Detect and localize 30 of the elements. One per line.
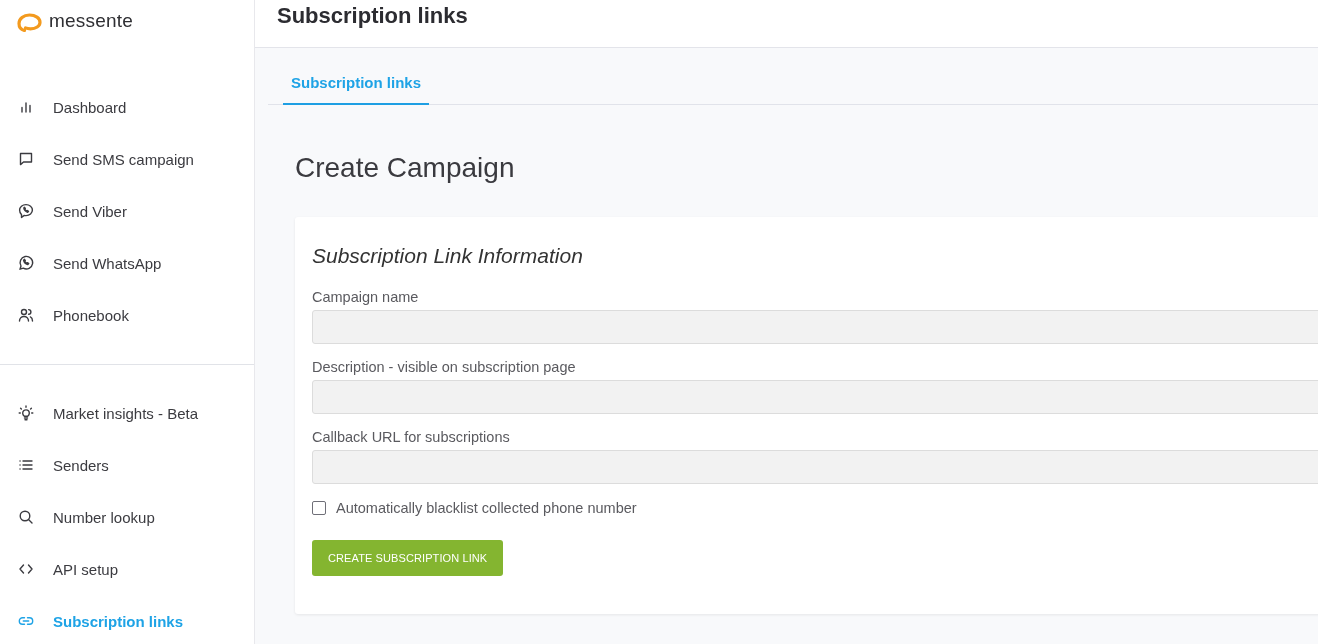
sidebar-item[interactable]: Phonebook [0,289,129,341]
phone-bubble-icon [18,203,34,219]
sidebar-item[interactable]: Number lookup [0,491,155,543]
input-field[interactable] [312,310,1318,344]
sidebar-item[interactable]: API setup [0,543,119,595]
list-icon [18,457,34,473]
logo-text: messente [49,10,133,32]
lightbulb-icon [18,405,34,421]
checkbox[interactable] [312,501,326,515]
sidebar-item[interactable]: Send SMS campaign [0,133,194,185]
chat-bubble-icon [18,151,34,167]
checkbox-label: Automatically blacklist collected phone number [336,500,637,516]
bar-chart-icon [18,99,34,115]
form-title: Subscription Link Information [312,244,583,268]
page-title: Create Campaign [295,151,515,185]
sidebar-item[interactable]: Send Viber [0,185,127,237]
sidebar-item[interactable]: Market insights - Beta [0,387,199,439]
field-label: Campaign name [312,288,419,306]
code-icon [18,561,34,577]
search-icon [18,509,34,525]
field-label: Description - visible on subscription page [312,358,576,376]
input-field[interactable] [312,450,1318,484]
people-icon [18,307,34,323]
input-field[interactable] [312,380,1318,414]
logo-icon [17,10,42,32]
sidebar-item[interactable]: Dashboard [0,81,127,133]
sidebar-item[interactable]: Send WhatsApp [0,237,162,289]
field-label: Callback URL for subscriptions [312,428,510,446]
sidebar-item[interactable]: Senders [0,439,109,491]
page-header-title: Subscription links [277,2,468,29]
